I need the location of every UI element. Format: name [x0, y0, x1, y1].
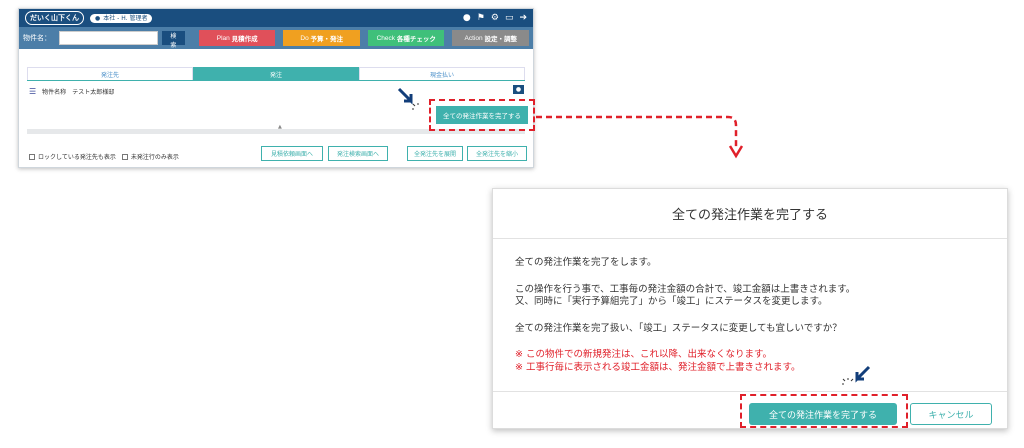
confirm-dialog: 全ての発注作業を完了する 全ての発注作業を完了をします。 この操作を行う事で、工…: [492, 188, 1008, 429]
dialog-title: 全ての発注作業を完了する: [493, 189, 1007, 239]
click-spark-icon-2: [842, 378, 854, 385]
dialog-body: 全ての発注作業を完了をします。 この操作を行う事で、工事毎の発注金額の合計で、竣…: [515, 257, 985, 374]
dialog-line-2b: 又、同時に「実行予算組完了」から「竣工」にステータスを変更します。: [515, 296, 828, 307]
highlight-box-large: [740, 394, 908, 428]
dialog-line-2a: この操作を行う事で、工事毎の発注金額の合計で、竣工金額は上書きされます。: [515, 283, 856, 295]
dialog-warning-2: ※ 工事行毎に表示される竣工金額は、発注金額で上書きされます。: [515, 361, 801, 373]
dialog-line-1: 全ての発注作業を完了をします。: [515, 257, 657, 268]
dialog-line-3: 全ての発注作業を完了扱い、「竣工」ステータスに変更しても宜しいですか？: [515, 322, 842, 334]
dialog-warning-1: ※ この物件での新規発注は、これ以降、出来なくなります。: [515, 349, 773, 360]
cancel-button[interactable]: キャンセル: [910, 403, 992, 425]
